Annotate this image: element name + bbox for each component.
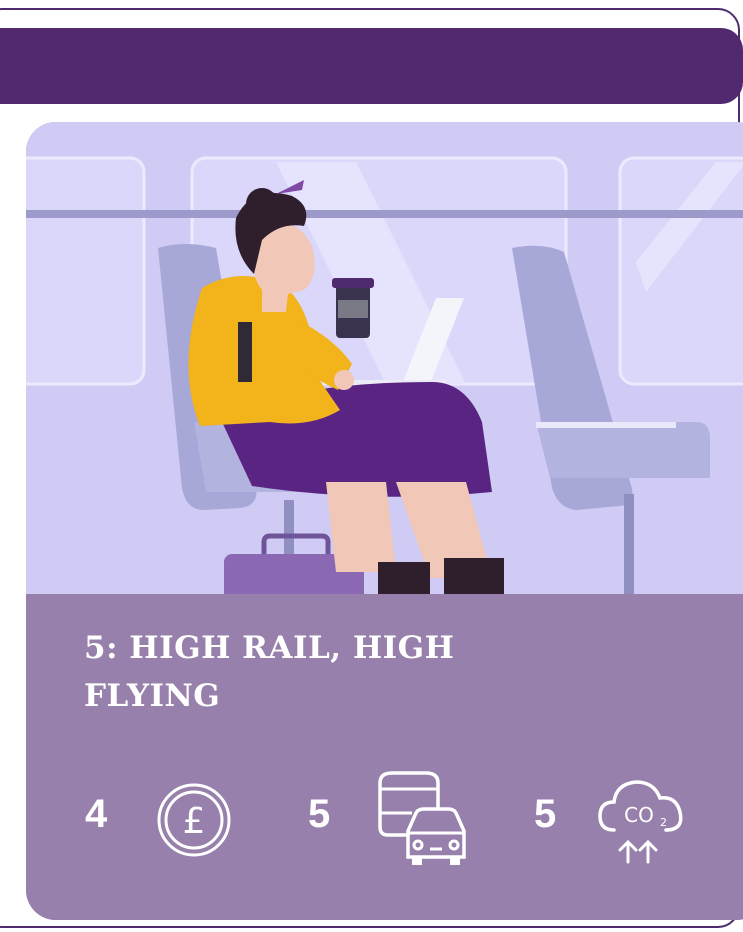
train-passenger-illustration — [26, 122, 743, 594]
header-bar — [0, 28, 743, 104]
metric-emissions-value: 5 — [534, 792, 557, 836]
metric-transport-value: 5 — [308, 792, 331, 836]
svg-text:CO: CO — [624, 803, 654, 827]
svg-text:2: 2 — [660, 816, 667, 829]
scenario-title: 5: HIGH RAIL, HIGH FLYING — [84, 630, 455, 714]
pound-coin-icon: £ — [157, 783, 231, 857]
svg-text:£: £ — [183, 801, 206, 842]
bus-car-icon — [378, 771, 466, 865]
scenario-caption: 5: HIGH RAIL, HIGH FLYING 4 £ 5 5 CO 2 — [26, 594, 743, 920]
metric-cost-value: 4 — [85, 792, 108, 836]
co2-cloud-icon: CO 2 — [598, 780, 683, 864]
scenario-card: 5: HIGH RAIL, HIGH FLYING 4 £ 5 5 CO 2 — [26, 122, 743, 920]
